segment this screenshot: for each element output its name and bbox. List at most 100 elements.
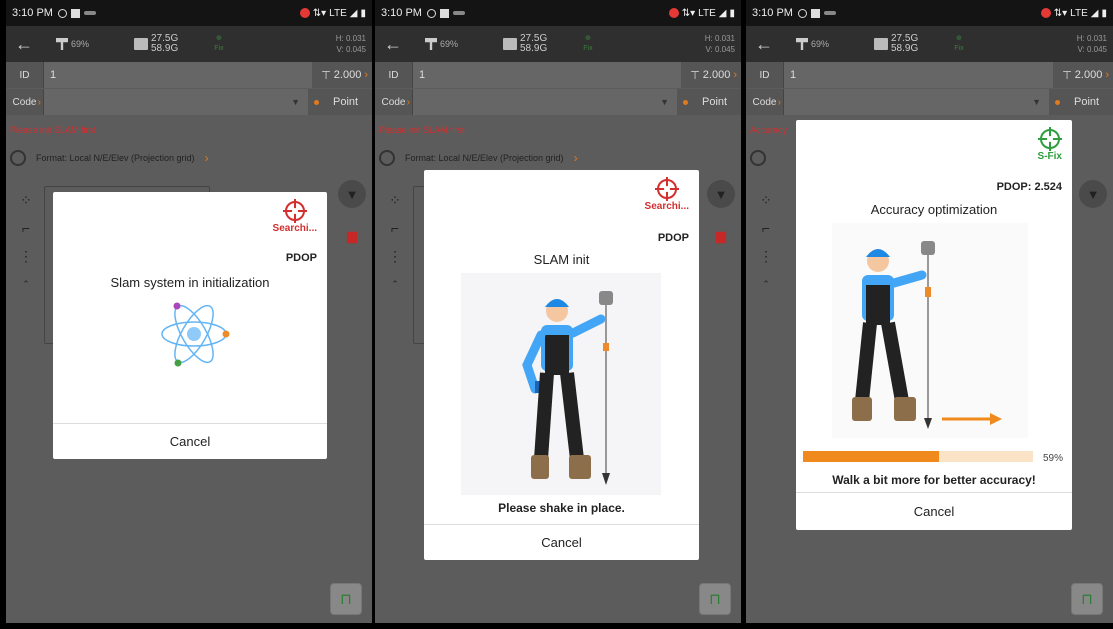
format-row[interactable]: Format: Local N/E/Elev (Projection grid)… bbox=[379, 150, 578, 166]
pole-icon bbox=[56, 38, 68, 50]
survey-button[interactable]: ⊓ bbox=[699, 583, 731, 615]
cancel-button[interactable]: Cancel bbox=[796, 492, 1072, 530]
status-bar: 3:10 PM ⇅▾ LTE ◢ ▮ bbox=[746, 0, 1113, 26]
storage-bottom: 58.9G bbox=[151, 43, 179, 54]
network-label: LTE bbox=[329, 7, 347, 19]
flag-icon[interactable]: ▆ bbox=[338, 222, 366, 250]
storage-bottom: 58.9G bbox=[520, 43, 548, 54]
survey-button[interactable]: ⊓ bbox=[1071, 583, 1103, 615]
cancel-button[interactable]: Cancel bbox=[53, 423, 327, 459]
fix-label: Fix bbox=[954, 45, 964, 52]
format-label: Format: Local N/E/Elev (Projection grid) bbox=[36, 153, 195, 163]
gear-icon[interactable] bbox=[379, 150, 395, 166]
crosshair-icon: ⊕ bbox=[955, 35, 962, 42]
height-field[interactable]: ⊤ 2.000 › bbox=[681, 69, 741, 82]
pole-status[interactable]: 69% bbox=[56, 38, 102, 50]
code-select[interactable]: ▼ bbox=[413, 89, 677, 115]
code-select[interactable]: ▼ bbox=[784, 89, 1049, 115]
pole-status[interactable]: 69% bbox=[425, 38, 471, 50]
more-icon[interactable]: ⋮ bbox=[381, 242, 409, 270]
top-bar: ← 69% 27.5G 58.9G ⊕ Fix H: 0.031 V: 0.045 bbox=[6, 26, 372, 62]
pole-height-icon: ⊤ bbox=[321, 69, 331, 82]
satellite-icon[interactable]: ▼ bbox=[338, 180, 366, 208]
chevron-right-icon: › bbox=[1105, 69, 1109, 81]
point-dot-icon bbox=[683, 99, 688, 105]
code-tag-label: Code bbox=[752, 96, 777, 108]
dropdown-arrow-icon: ▼ bbox=[660, 97, 669, 107]
storage-bottom: 58.9G bbox=[891, 43, 919, 54]
fix-status[interactable]: ⊕ Fix bbox=[954, 34, 963, 54]
pole-height-icon: ⊤ bbox=[1062, 69, 1072, 82]
code-tag[interactable]: Code › bbox=[746, 89, 784, 115]
id-input[interactable]: 1 bbox=[44, 62, 312, 88]
notification-icon bbox=[452, 11, 465, 15]
signal-icon: ⇅▾ bbox=[312, 7, 327, 19]
points-icon[interactable]: ⁘ bbox=[381, 186, 409, 214]
back-arrow-icon[interactable]: ← bbox=[6, 34, 42, 55]
back-arrow-icon[interactable]: ← bbox=[375, 34, 411, 55]
storage-status[interactable]: 27.5G 58.9G bbox=[874, 34, 918, 54]
point-type[interactable]: Point bbox=[1049, 96, 1113, 108]
id-tag[interactable]: ID bbox=[6, 62, 44, 88]
back-arrow-icon[interactable]: ← bbox=[746, 34, 782, 55]
id-tag[interactable]: ID bbox=[375, 62, 413, 88]
format-label: Format: Local N/E/Elev (Projection grid) bbox=[405, 153, 564, 163]
code-tag[interactable]: Code › bbox=[375, 89, 413, 115]
format-row[interactable]: Format: Local N/E/Elev (Projection grid)… bbox=[10, 150, 209, 166]
collapse-icon[interactable]: ⌃ bbox=[12, 270, 40, 298]
status-time: 3:10 PM bbox=[12, 7, 53, 19]
battery-icon: ▮ bbox=[1101, 7, 1107, 19]
status-time: 3:10 PM bbox=[752, 7, 793, 19]
point-dot-icon bbox=[1055, 99, 1060, 105]
survey-button[interactable]: ⊓ bbox=[330, 583, 362, 615]
more-icon[interactable]: ⋮ bbox=[12, 242, 40, 270]
cancel-button[interactable]: Cancel bbox=[424, 524, 699, 560]
storage-icon bbox=[134, 38, 148, 50]
height-value: 2.000 bbox=[702, 69, 731, 81]
accuracy-readout: H: 0.031 V: 0.045 bbox=[705, 33, 735, 55]
gnss-status-label: Searchi... bbox=[644, 201, 689, 212]
gnss-status: Searchi... bbox=[273, 201, 317, 235]
height-field[interactable]: ⊤ 2.000 › bbox=[1053, 69, 1113, 82]
pole-percent: 69% bbox=[71, 39, 90, 49]
line-icon[interactable]: ⌐ bbox=[381, 214, 409, 242]
notification-icon bbox=[823, 11, 836, 15]
code-row: Code › ▼ Point bbox=[746, 89, 1113, 115]
height-field[interactable]: ⊤ 2.000 › bbox=[312, 69, 372, 82]
gnss-status-label: Searchi... bbox=[272, 223, 317, 234]
pole-status[interactable]: 69% bbox=[796, 38, 842, 50]
points-icon[interactable]: ⁘ bbox=[752, 186, 780, 214]
dialog-title: Accuracy optimization bbox=[870, 202, 998, 217]
notification-icon bbox=[83, 11, 96, 15]
h-accuracy: H: 0.031 bbox=[1076, 34, 1107, 43]
flag-icon[interactable]: ▆ bbox=[707, 222, 735, 250]
collapse-icon[interactable]: ⌃ bbox=[752, 270, 780, 298]
satellite-icon[interactable]: ▼ bbox=[1079, 180, 1107, 208]
collapse-icon[interactable]: ⌃ bbox=[381, 270, 409, 298]
point-type[interactable]: Point bbox=[677, 96, 741, 108]
code-select[interactable]: ▼ bbox=[44, 89, 308, 115]
signal-bars-icon: ◢ bbox=[1090, 7, 1099, 19]
pole-icon bbox=[425, 38, 437, 50]
gear-icon[interactable] bbox=[750, 150, 766, 166]
more-icon[interactable]: ⋮ bbox=[752, 242, 780, 270]
format-row[interactable] bbox=[750, 150, 766, 166]
id-tag[interactable]: ID bbox=[746, 62, 784, 88]
id-input[interactable]: 1 bbox=[784, 62, 1053, 88]
line-icon[interactable]: ⌐ bbox=[752, 214, 780, 242]
fix-status[interactable]: ⊕ Fix bbox=[583, 34, 592, 54]
fix-label: Fix bbox=[583, 45, 593, 52]
gear-icon[interactable] bbox=[10, 150, 26, 166]
points-icon[interactable]: ⁘ bbox=[12, 186, 40, 214]
point-type[interactable]: Point bbox=[308, 96, 372, 108]
fix-status[interactable]: ⊕ Fix bbox=[214, 34, 223, 54]
id-input[interactable]: 1 bbox=[413, 62, 681, 88]
record-icon bbox=[668, 8, 679, 18]
storage-status[interactable]: 27.5G 58.9G bbox=[503, 34, 547, 54]
line-icon[interactable]: ⌐ bbox=[12, 214, 40, 242]
dialog-title: SLAM init bbox=[533, 252, 590, 267]
storage-status[interactable]: 27.5G 58.9G bbox=[134, 34, 178, 54]
pole-icon bbox=[796, 38, 808, 50]
code-tag[interactable]: Code › bbox=[6, 89, 44, 115]
satellite-icon[interactable]: ▼ bbox=[707, 180, 735, 208]
